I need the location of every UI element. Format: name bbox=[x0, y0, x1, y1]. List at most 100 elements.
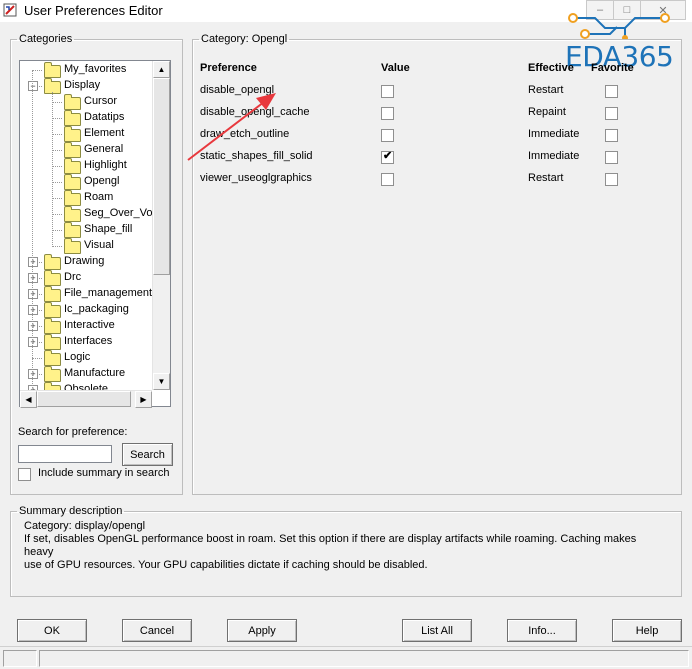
expand-icon[interactable]: + bbox=[28, 257, 38, 267]
value-checkbox[interactable] bbox=[381, 129, 394, 142]
effective-value: Repaint bbox=[528, 106, 566, 118]
expand-icon[interactable]: + bbox=[28, 369, 38, 379]
tree-node-logic[interactable]: Logic bbox=[20, 350, 152, 366]
tree-node-shape-fill[interactable]: Shape_fill bbox=[20, 222, 152, 238]
tree-node-label: General bbox=[84, 143, 124, 155]
value-checkbox[interactable] bbox=[381, 107, 394, 120]
tree-node-obsolete[interactable]: + Obsolete bbox=[20, 382, 152, 390]
tree-node-label: Visual bbox=[84, 239, 114, 251]
folder-icon bbox=[64, 110, 81, 126]
favorite-checkbox[interactable] bbox=[605, 85, 618, 98]
tree-node-drawing[interactable]: + Drawing bbox=[20, 254, 152, 270]
expand-icon[interactable]: + bbox=[28, 337, 38, 347]
collapse-icon[interactable]: − bbox=[28, 81, 38, 91]
tree-node-label: My_favorites bbox=[64, 63, 127, 75]
category-panel-legend: Category: Opengl bbox=[201, 33, 288, 45]
favorite-checkbox[interactable] bbox=[605, 151, 618, 164]
tree-node-datatips[interactable]: Datatips bbox=[20, 110, 152, 126]
value-checkbox[interactable] bbox=[381, 85, 394, 98]
expand-icon[interactable]: + bbox=[28, 321, 38, 331]
preference-name: viewer_useoglgraphics bbox=[200, 172, 312, 184]
tree-node-drc[interactable]: + Drc bbox=[20, 270, 152, 286]
tree-horizontal-scrollbar[interactable]: ◀ ▶ bbox=[20, 390, 152, 408]
apply-button-label: Apply bbox=[248, 624, 276, 637]
tree-node-interfaces[interactable]: + Interfaces bbox=[20, 334, 152, 350]
vertical-scroll-thumb[interactable] bbox=[153, 78, 170, 275]
tree-node-roam[interactable]: Roam bbox=[20, 190, 152, 206]
tree-node-ic-packaging[interactable]: + Ic_packaging bbox=[20, 302, 152, 318]
favorite-column-header: Favorite bbox=[591, 62, 634, 74]
expand-icon[interactable]: + bbox=[28, 305, 38, 315]
scroll-up-arrow[interactable]: ▲ bbox=[153, 61, 170, 78]
tree-node-label: Manufacture bbox=[64, 367, 126, 379]
folder-icon bbox=[44, 318, 61, 334]
tree-node-file-management[interactable]: + File_management bbox=[20, 286, 152, 302]
scroll-right-arrow[interactable]: ▶ bbox=[135, 391, 152, 408]
tree-node-highlight[interactable]: Highlight bbox=[20, 158, 152, 174]
tree-node-label: Opengl bbox=[84, 175, 120, 187]
help-button-label: Help bbox=[635, 624, 659, 637]
tree-connector bbox=[52, 118, 62, 119]
tree-node-seg-over-voi[interactable]: Seg_Over_Voi bbox=[20, 206, 152, 222]
include-summary-checkbox[interactable] bbox=[18, 468, 31, 481]
favorite-checkbox[interactable] bbox=[605, 173, 618, 186]
tree-connector bbox=[32, 70, 42, 71]
tree-node-cursor[interactable]: Cursor bbox=[20, 94, 152, 110]
chevron-left-icon: ◀ bbox=[25, 395, 32, 404]
favorite-checkbox[interactable] bbox=[605, 129, 618, 142]
search-input[interactable] bbox=[18, 445, 112, 463]
tree-connector bbox=[32, 358, 42, 359]
window-title: User Preferences Editor bbox=[24, 3, 163, 18]
help-button[interactable]: Help bbox=[612, 619, 682, 642]
ok-button[interactable]: OK bbox=[17, 619, 87, 642]
info-button[interactable]: Info... bbox=[507, 619, 577, 642]
effective-value: Immediate bbox=[528, 150, 580, 162]
summary-line-2: use of GPU resources. Your GPU capabilit… bbox=[24, 559, 428, 571]
tree-node-label: File_management bbox=[64, 287, 152, 299]
tree-node-opengl[interactable]: Opengl bbox=[20, 174, 152, 190]
info-button-label: Info... bbox=[528, 624, 556, 637]
folder-icon bbox=[64, 94, 81, 110]
preference-column-header: Preference bbox=[200, 62, 257, 74]
tree-node-label: Roam bbox=[84, 191, 114, 203]
tree-node-my-favorites[interactable]: My_favorites bbox=[20, 62, 152, 78]
horizontal-scroll-thumb[interactable] bbox=[37, 391, 131, 407]
expand-icon[interactable]: + bbox=[28, 289, 38, 299]
tree-node-element[interactable]: Element bbox=[20, 126, 152, 142]
tree-connector bbox=[52, 246, 62, 247]
value-checkbox[interactable]: ✔ bbox=[381, 150, 394, 164]
folder-icon bbox=[64, 158, 81, 174]
tree-node-label: Element bbox=[84, 127, 125, 139]
favorite-checkbox[interactable] bbox=[605, 107, 618, 120]
effective-column-header: Effective bbox=[528, 62, 574, 74]
summary-description: Category: display/opengl If set, disable… bbox=[24, 520, 664, 572]
tree-child-line bbox=[52, 92, 53, 247]
tree-node-manufacture[interactable]: + Manufacture bbox=[20, 366, 152, 382]
tree-connector bbox=[52, 150, 62, 151]
folder-icon bbox=[64, 142, 81, 158]
folder-icon bbox=[64, 174, 81, 190]
tree-vertical-scrollbar[interactable]: ▲ ▼ bbox=[152, 61, 170, 390]
tree-node-label: Interactive bbox=[64, 319, 115, 331]
scroll-left-arrow[interactable]: ◀ bbox=[20, 391, 37, 408]
category-tree[interactable]: My_favorites − Display Cursor Datatips Elemen… bbox=[19, 60, 171, 408]
folder-icon bbox=[44, 270, 61, 286]
tree-node-display[interactable]: − Display bbox=[20, 78, 152, 94]
apply-button[interactable]: Apply bbox=[227, 619, 297, 642]
chevron-right-icon: ▶ bbox=[140, 395, 147, 404]
folder-icon bbox=[44, 366, 61, 382]
categories-legend: Categories bbox=[19, 33, 73, 45]
scroll-down-arrow[interactable]: ▼ bbox=[153, 373, 170, 390]
cancel-button[interactable]: Cancel bbox=[122, 619, 192, 642]
list-all-button[interactable]: List All bbox=[402, 619, 472, 642]
expand-icon[interactable]: + bbox=[28, 273, 38, 283]
value-checkbox[interactable] bbox=[381, 173, 394, 186]
search-button[interactable]: Search bbox=[122, 443, 173, 466]
folder-icon bbox=[64, 238, 81, 254]
effective-value: Immediate bbox=[528, 128, 580, 140]
tree-node-label: Datatips bbox=[84, 111, 125, 123]
tree-node-interactive[interactable]: + Interactive bbox=[20, 318, 152, 334]
tree-node-label: Seg_Over_Voi bbox=[84, 207, 152, 219]
tree-node-visual[interactable]: Visual bbox=[20, 238, 152, 254]
tree-node-general[interactable]: General bbox=[20, 142, 152, 158]
